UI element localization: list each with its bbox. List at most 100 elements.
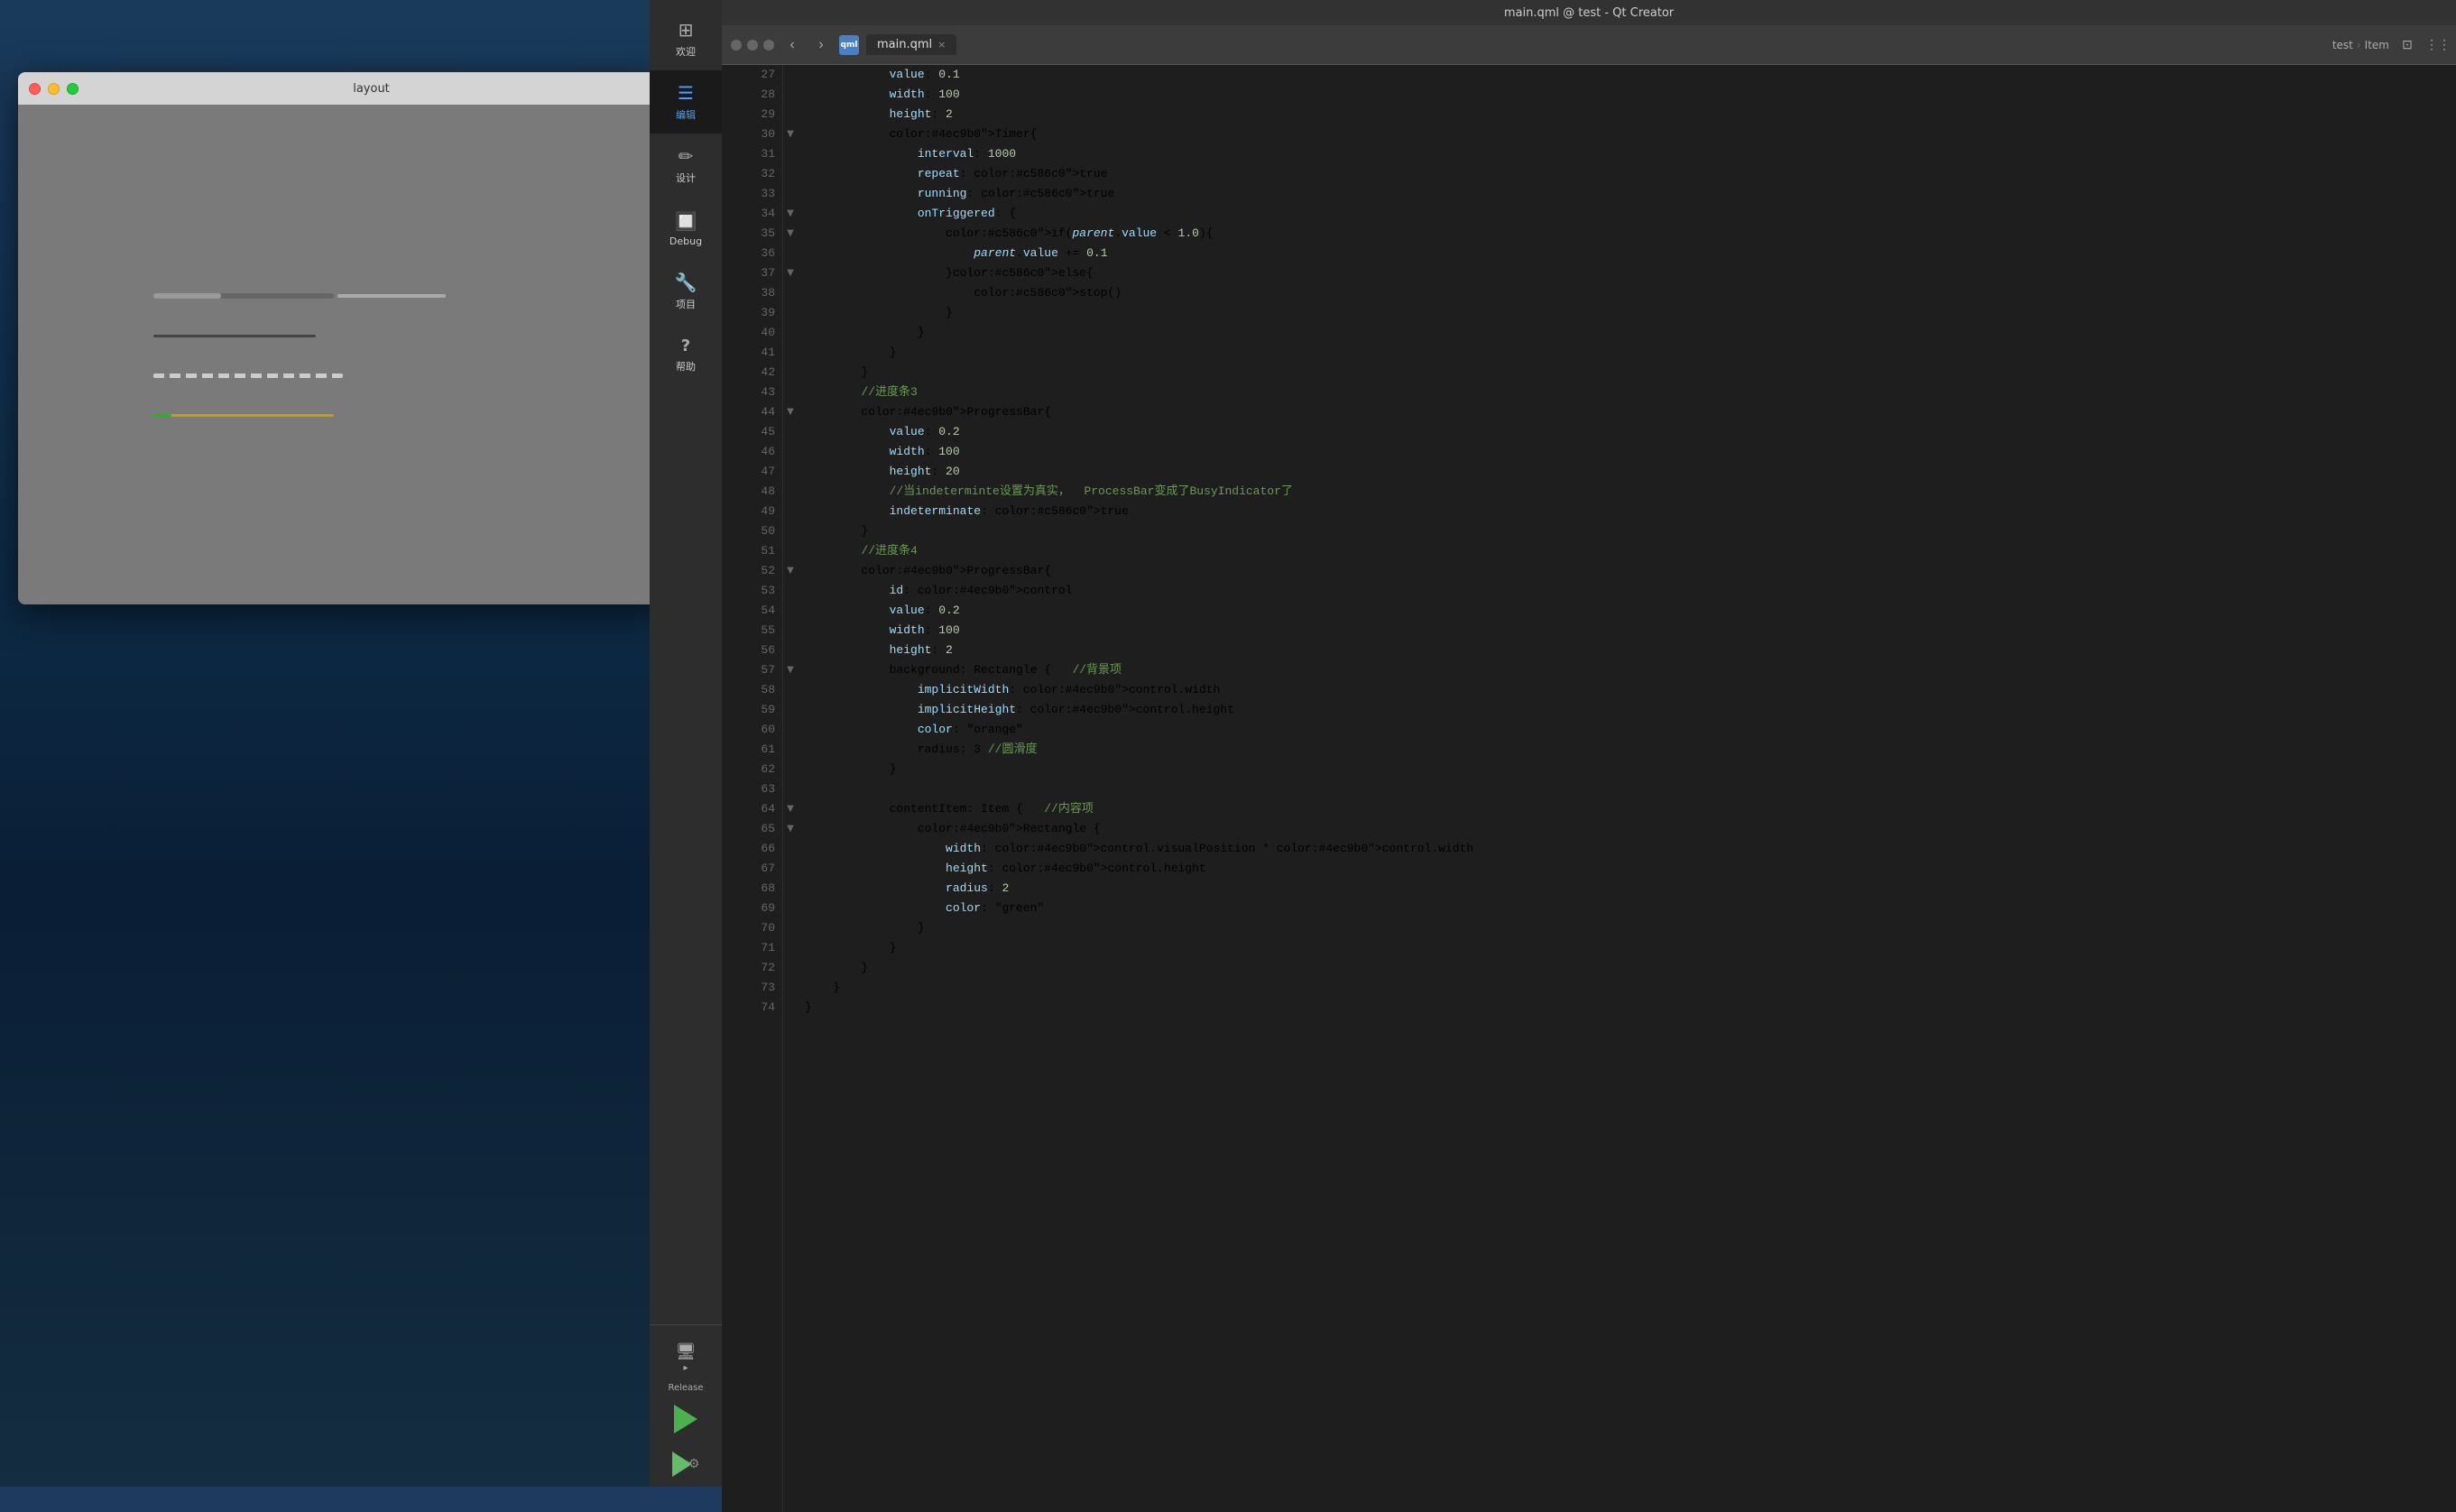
code-line[interactable]: } bbox=[798, 958, 2456, 978]
fold-indicator[interactable]: ▼ bbox=[783, 124, 798, 144]
code-line[interactable]: //当indeterminte设置为真实， ProcessBar变成了BusyI… bbox=[798, 482, 2456, 502]
code-line[interactable]: indeterminate: color:#c586c0">true bbox=[798, 502, 2456, 521]
fold-indicator bbox=[783, 85, 798, 105]
code-line[interactable]: height: color:#4ec9b0">control.height bbox=[798, 859, 2456, 879]
nav-back-button[interactable]: ‹ bbox=[781, 34, 803, 56]
fold-indicator bbox=[783, 879, 798, 899]
code-line[interactable]: background: Rectangle { //背景项 bbox=[798, 660, 2456, 680]
code-line[interactable]: radius: 2 bbox=[798, 879, 2456, 899]
code-line[interactable]: height: 2 bbox=[798, 105, 2456, 124]
code-line[interactable]: } bbox=[798, 938, 2456, 958]
code-line[interactable]: color: "green" bbox=[798, 899, 2456, 918]
code-line[interactable]: color:#c586c0">stop() bbox=[798, 283, 2456, 303]
app-title: main.qml @ test - Qt Creator bbox=[1504, 6, 1674, 20]
code-line[interactable]: radius: 3 //圆滑度 bbox=[798, 740, 2456, 760]
line-number: 27 bbox=[722, 65, 782, 85]
code-line[interactable]: color: "orange" bbox=[798, 720, 2456, 740]
code-line[interactable]: } bbox=[798, 323, 2456, 343]
code-line[interactable] bbox=[798, 779, 2456, 799]
line-number: 60 bbox=[722, 720, 782, 740]
code-line[interactable]: } bbox=[798, 303, 2456, 323]
code-line[interactable]: value: 0.2 bbox=[798, 601, 2456, 621]
line-number: 36 bbox=[722, 244, 782, 263]
code-line[interactable]: //进度条3 bbox=[798, 383, 2456, 402]
fold-indicator[interactable]: ▼ bbox=[783, 561, 798, 581]
code-line[interactable]: value: 0.2 bbox=[798, 422, 2456, 442]
fold-indicator bbox=[783, 184, 798, 204]
fold-indicator bbox=[783, 244, 798, 263]
line-number: 54 bbox=[722, 601, 782, 621]
code-line[interactable]: height: 20 bbox=[798, 462, 2456, 482]
code-line[interactable]: width: 100 bbox=[798, 85, 2456, 105]
line-number: 70 bbox=[722, 918, 782, 938]
fold-indicator bbox=[783, 164, 798, 184]
code-line[interactable]: repeat: color:#c586c0">true bbox=[798, 164, 2456, 184]
code-line[interactable]: implicitWidth: color:#4ec9b0">control.wi… bbox=[798, 680, 2456, 700]
code-line[interactable]: implicitHeight: color:#4ec9b0">control.h… bbox=[798, 700, 2456, 720]
code-line[interactable]: } bbox=[798, 363, 2456, 383]
build-config-label: Release bbox=[668, 1383, 703, 1393]
sidebar-item-design[interactable]: ✏ 设计 bbox=[650, 134, 722, 197]
file-tab-main[interactable]: main.qml × bbox=[866, 34, 956, 55]
fold-indicator[interactable]: ▼ bbox=[783, 402, 798, 422]
code-line[interactable]: width: 100 bbox=[798, 621, 2456, 641]
device-selector[interactable]: 🖥 ▸ bbox=[650, 1325, 722, 1383]
split-editor-button[interactable]: ⊡ bbox=[2396, 34, 2418, 56]
fold-indicator bbox=[783, 978, 798, 998]
code-line[interactable]: width: 100 bbox=[798, 442, 2456, 462]
sidebar-item-welcome[interactable]: ⊞ 欢迎 bbox=[650, 7, 722, 70]
minimize-button[interactable] bbox=[48, 83, 60, 95]
code-line[interactable]: }color:#c586c0">else{ bbox=[798, 263, 2456, 283]
code-line[interactable]: contentItem: Item { //内容项 bbox=[798, 799, 2456, 819]
more-options-button[interactable]: ⋮⋮ bbox=[2425, 34, 2447, 56]
nav-forward-button[interactable]: › bbox=[810, 34, 832, 56]
code-editor: 2728293031323334353637383940414243444546… bbox=[722, 65, 2456, 1512]
close-button[interactable] bbox=[29, 83, 41, 95]
fold-indicator bbox=[783, 839, 798, 859]
code-line[interactable]: id: color:#4ec9b0">control bbox=[798, 581, 2456, 601]
sidebar-item-debug[interactable]: 🔲 Debug bbox=[650, 197, 722, 260]
code-line[interactable]: running: color:#c586c0">true bbox=[798, 184, 2456, 204]
sidebar: ⊞ 欢迎 ☰ 编辑 ✏ 设计 🔲 Debug 🔧 项目 ? 帮助 🖥 ▸ Rel… bbox=[650, 0, 722, 1487]
fold-indicator[interactable]: ▼ bbox=[783, 204, 798, 224]
code-line[interactable]: value: 0.1 bbox=[798, 65, 2456, 85]
code-line[interactable]: } bbox=[798, 343, 2456, 363]
code-line[interactable]: } bbox=[798, 978, 2456, 998]
code-line[interactable]: height: 2 bbox=[798, 641, 2456, 660]
fold-indicator bbox=[783, 760, 798, 779]
code-line[interactable]: interval: 1000 bbox=[798, 144, 2456, 164]
code-line[interactable]: parent.value += 0.1 bbox=[798, 244, 2456, 263]
fold-indicator[interactable]: ▼ bbox=[783, 799, 798, 819]
code-line[interactable]: color:#4ec9b0">Rectangle { bbox=[798, 819, 2456, 839]
tab-close-button[interactable]: × bbox=[937, 39, 946, 51]
code-line[interactable]: color:#4ec9b0">ProgressBar{ bbox=[798, 402, 2456, 422]
code-line[interactable]: width: color:#4ec9b0">control.visualPosi… bbox=[798, 839, 2456, 859]
fold-indicator[interactable]: ▼ bbox=[783, 263, 798, 283]
fold-indicator[interactable]: ▼ bbox=[783, 819, 798, 839]
code-line[interactable]: } bbox=[798, 521, 2456, 541]
code-line[interactable]: onTriggered: { bbox=[798, 204, 2456, 224]
fold-indicator[interactable]: ▼ bbox=[783, 224, 798, 244]
maximize-button[interactable] bbox=[67, 83, 78, 95]
line-number: 52 bbox=[722, 561, 782, 581]
code-line[interactable]: color:#4ec9b0">ProgressBar{ bbox=[798, 561, 2456, 581]
fold-indicator[interactable]: ▼ bbox=[783, 660, 798, 680]
code-area[interactable]: value: 0.1 width: 100 height: 2 color:#4… bbox=[798, 65, 2456, 1512]
code-line[interactable]: } bbox=[798, 918, 2456, 938]
sidebar-item-project[interactable]: 🔧 项目 bbox=[650, 260, 722, 323]
code-line[interactable]: //进度条4 bbox=[798, 541, 2456, 561]
code-line[interactable]: } bbox=[798, 760, 2456, 779]
run-button[interactable] bbox=[650, 1397, 722, 1442]
code-line[interactable]: } bbox=[798, 998, 2456, 1018]
fold-indicator bbox=[783, 462, 798, 482]
fold-indicator bbox=[783, 502, 798, 521]
debug-run-button[interactable]: ⚙ bbox=[650, 1442, 722, 1487]
line-number: 38 bbox=[722, 283, 782, 303]
code-line[interactable]: color:#c586c0">if(parent.value < 1.0){ bbox=[798, 224, 2456, 244]
breadcrumb-sep: › bbox=[2357, 39, 2361, 51]
code-line[interactable]: color:#4ec9b0">Timer{ bbox=[798, 124, 2456, 144]
sidebar-item-edit[interactable]: ☰ 编辑 bbox=[650, 70, 722, 134]
preview-content bbox=[18, 105, 668, 604]
sidebar-item-help[interactable]: ? 帮助 bbox=[650, 323, 722, 386]
line-number: 66 bbox=[722, 839, 782, 859]
